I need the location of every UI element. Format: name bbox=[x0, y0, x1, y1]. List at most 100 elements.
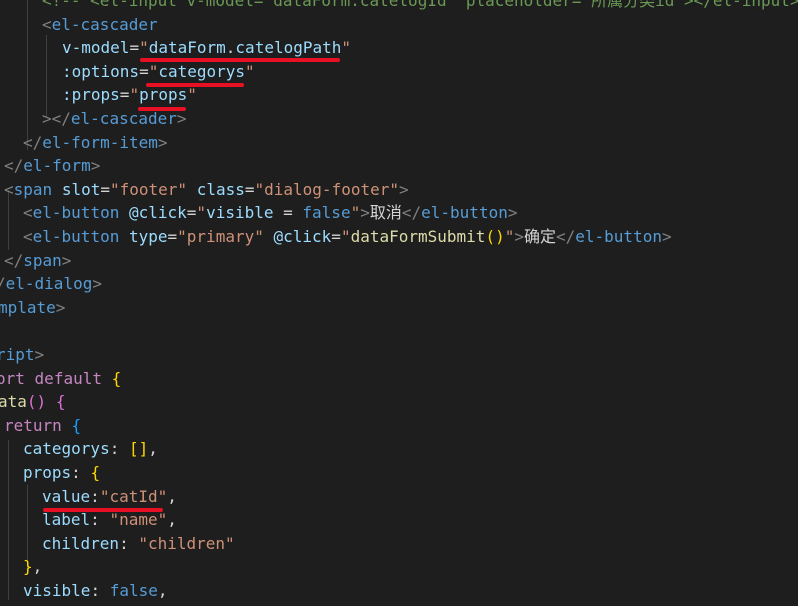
code-token: class bbox=[196, 179, 245, 199]
code-token: " bbox=[340, 227, 351, 246]
code-token: > bbox=[157, 132, 168, 152]
code-line: </el-form> bbox=[4, 154, 100, 178]
code-token: { bbox=[111, 368, 122, 388]
code-token: "dialog-footer" bbox=[254, 179, 400, 199]
code-line: <!-- <el-input v-model="dataForm.catelog… bbox=[42, 0, 798, 13]
code-token: = bbox=[186, 203, 197, 223]
code-token: () bbox=[485, 227, 505, 246]
code-token: > bbox=[92, 274, 102, 294]
code-token: > bbox=[360, 203, 370, 223]
code-line: return { bbox=[4, 414, 81, 438]
code-token: value bbox=[42, 486, 91, 506]
code-token: { bbox=[90, 463, 101, 482]
code-token: . bbox=[225, 38, 236, 58]
code-token: " bbox=[139, 38, 149, 58]
code-token: > bbox=[55, 297, 66, 317]
code-token: </ bbox=[556, 227, 576, 246]
code-token: , bbox=[167, 486, 177, 506]
red-underline bbox=[43, 508, 163, 512]
code-token: = bbox=[119, 85, 130, 105]
code-token: visible bbox=[23, 581, 91, 600]
code-token: v-model bbox=[62, 38, 130, 58]
code-token: el-button bbox=[421, 203, 508, 223]
code-token: el-cascader bbox=[51, 14, 158, 34]
code-line: <el-button type="primary" @click="dataFo… bbox=[23, 225, 672, 249]
code-line: visible: false, bbox=[23, 579, 168, 603]
code-line: mplate> bbox=[0, 296, 65, 320]
code-token: 取消 bbox=[369, 203, 402, 223]
code-token: dataForm bbox=[148, 38, 226, 58]
code-token: " bbox=[187, 85, 197, 105]
code-token: @click bbox=[128, 203, 187, 223]
code-editor[interactable]: <!-- <el-input v-model="dataForm.catelog… bbox=[0, 0, 798, 606]
code-line: children: "children" bbox=[42, 532, 235, 556]
code-token: return bbox=[4, 415, 62, 435]
code-token: > bbox=[34, 345, 45, 364]
code-token: props bbox=[23, 463, 72, 482]
code-line: <span slot="footer" class="dialog-footer… bbox=[4, 178, 409, 202]
code-token: ata bbox=[0, 392, 27, 412]
code-token: > bbox=[399, 179, 409, 199]
code-token: props bbox=[139, 85, 188, 105]
code-line: </span> bbox=[4, 249, 71, 273]
red-underline bbox=[146, 83, 244, 87]
indent-guide bbox=[8, 440, 9, 600]
code-line: :options="categorys" bbox=[62, 60, 255, 84]
code-token: = bbox=[139, 61, 149, 81]
code-token: , bbox=[32, 557, 43, 577]
code-token: " bbox=[245, 61, 255, 81]
code-token: </ bbox=[23, 132, 43, 152]
code-line: value:"catId", bbox=[42, 485, 177, 509]
code-token: categorys bbox=[158, 61, 246, 81]
code-token: ort bbox=[0, 368, 25, 388]
code-token: " bbox=[350, 203, 361, 223]
code-token: "children" bbox=[138, 533, 235, 553]
code-token: < bbox=[23, 227, 33, 246]
code-token: slot bbox=[61, 179, 101, 199]
code-token: children bbox=[42, 533, 120, 553]
code-token: : bbox=[109, 439, 129, 459]
code-token: <!-- bbox=[42, 0, 91, 10]
code-token: el-button bbox=[575, 227, 662, 246]
code-token: " bbox=[341, 38, 352, 58]
code-token: span bbox=[13, 179, 53, 199]
code-token: " bbox=[148, 61, 159, 81]
code-token: > bbox=[514, 227, 524, 246]
code-token: </ bbox=[401, 203, 422, 223]
code-token: el-form-item bbox=[42, 132, 158, 152]
code-token: <el-input v-model="dataForm.catelogId" p… bbox=[90, 0, 798, 10]
code-token: false bbox=[302, 203, 351, 223]
code-token: : bbox=[90, 510, 110, 530]
code-token: = bbox=[167, 227, 178, 246]
code-token: categorys bbox=[23, 439, 110, 459]
code-token: = bbox=[100, 179, 110, 199]
code-token: { bbox=[55, 392, 66, 412]
code-line: <el-button @click="visible = false">取消</… bbox=[23, 201, 517, 225]
code-token: ript bbox=[0, 345, 35, 364]
code-token: catelogPath bbox=[235, 38, 342, 58]
code-token: = bbox=[129, 38, 140, 58]
code-token: " bbox=[504, 227, 515, 246]
code-token: :props bbox=[62, 85, 120, 105]
red-underline bbox=[138, 107, 186, 111]
code-token: dataFormSubmit bbox=[350, 227, 486, 246]
code-line: </el-form-item> bbox=[23, 131, 168, 155]
code-token: : bbox=[119, 533, 139, 553]
code-token: false bbox=[109, 581, 158, 600]
code-token: { bbox=[71, 415, 82, 435]
code-token: , bbox=[148, 439, 158, 459]
code-token: ></ bbox=[42, 109, 71, 128]
code-token: [] bbox=[128, 439, 149, 459]
code-token: < bbox=[42, 14, 52, 34]
code-token: :options bbox=[62, 61, 140, 81]
code-token: el-button bbox=[32, 203, 120, 223]
code-token: > bbox=[176, 109, 187, 128]
code-token: = bbox=[273, 203, 303, 223]
